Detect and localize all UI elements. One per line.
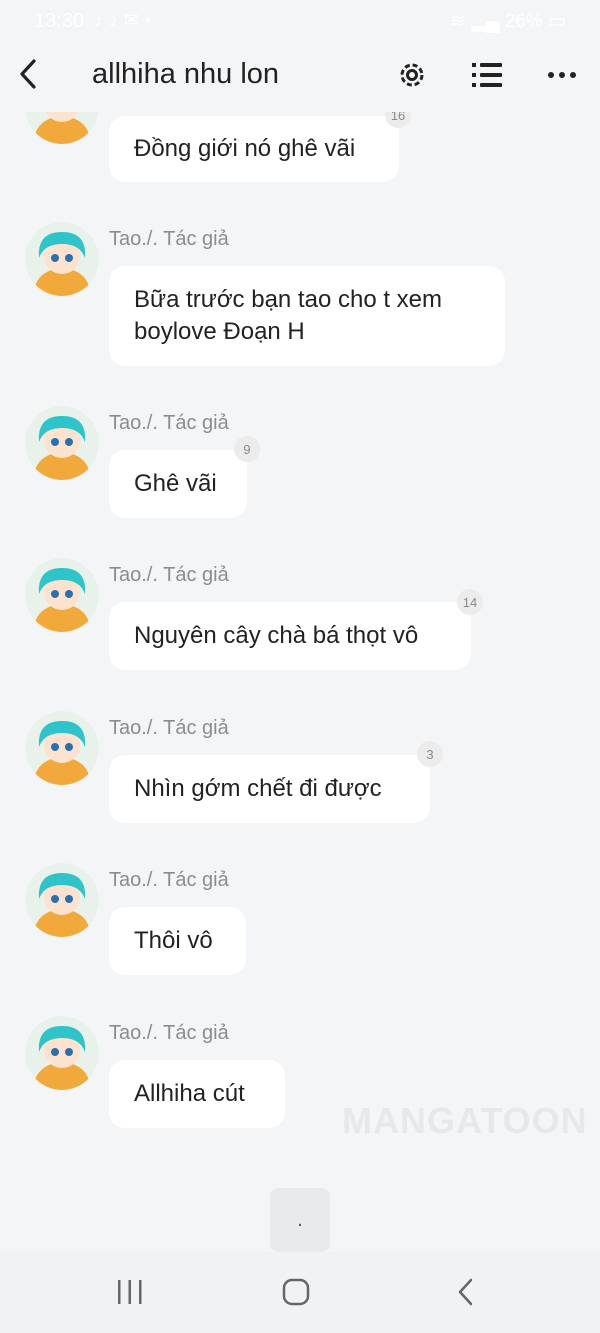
message-input[interactable]: . <box>270 1188 330 1252</box>
back-icon <box>458 1278 473 1306</box>
author-name: Tao./. Tác giả <box>109 228 229 250</box>
list-button[interactable] <box>467 55 507 95</box>
page-title: allhiha nhu lon <box>92 58 280 90</box>
watermark: MANGATOON <box>342 1100 588 1141</box>
settings-button[interactable] <box>392 55 432 95</box>
message-list[interactable]: Đồng giới nó ghê vãi 16 Tao./. Tác giả B… <box>0 0 600 1333</box>
gear-icon <box>400 63 424 87</box>
avatar[interactable] <box>25 1016 99 1090</box>
author-name: Tao./. Tác giả <box>109 1022 229 1044</box>
list-icon <box>472 63 502 87</box>
message-bubble[interactable]: Allhiha cút <box>109 1060 285 1128</box>
author-name: Tao./. Tác giả <box>109 564 229 586</box>
composer-text: . <box>297 1208 303 1231</box>
message-text: Nhìn gớm chết đi được <box>134 775 382 802</box>
more-button[interactable] <box>542 55 582 95</box>
message-text: Allhiha cút <box>134 1080 245 1107</box>
system-back-button[interactable] <box>446 1272 486 1312</box>
recent-apps-button[interactable] <box>110 1272 150 1312</box>
message-bubble[interactable]: Bữa trước bạn tao cho t xem boylove Đoạn… <box>109 266 505 366</box>
reply-count-badge: 14 <box>457 589 483 615</box>
avatar[interactable] <box>25 711 99 785</box>
message-bubble[interactable]: Thôi vô <box>109 907 246 975</box>
reply-count-badge: 9 <box>234 436 260 462</box>
reply-count-badge: 3 <box>417 741 443 767</box>
message-text: Nguyên cây chà bá thọt vô <box>134 622 419 649</box>
message-text: Thôi vô <box>134 927 213 954</box>
message-text: Bữa trước bạn tao cho t xem boylove Đoạn… <box>134 286 443 345</box>
message-bubble[interactable]: Đồng giới nó ghê vãi <box>109 116 399 182</box>
chat-header: allhiha nhu lon <box>0 40 600 112</box>
message-text: Đồng giới nó ghê vãi <box>134 135 356 162</box>
message-bubble[interactable]: Nhìn gớm chết đi được <box>109 755 430 823</box>
chevron-left-icon <box>20 59 36 89</box>
avatar[interactable] <box>25 406 99 480</box>
avatar[interactable] <box>25 222 99 296</box>
home-icon <box>282 1278 310 1306</box>
back-button[interactable] <box>14 54 42 94</box>
message-text: Ghê vãi <box>134 470 217 497</box>
more-dots-icon <box>548 72 576 78</box>
message-bubble[interactable]: Nguyên cây chà bá thọt vô <box>109 602 471 670</box>
system-nav-bar <box>0 1252 600 1333</box>
home-button[interactable] <box>276 1272 316 1312</box>
author-name: Tao./. Tác giả <box>109 412 229 434</box>
avatar[interactable] <box>25 863 99 937</box>
author-name: Tao./. Tác giả <box>109 717 229 739</box>
author-name: Tao./. Tác giả <box>109 869 229 891</box>
message-bubble[interactable]: Ghê vãi <box>109 450 247 518</box>
avatar[interactable] <box>25 558 99 632</box>
recent-apps-icon <box>118 1280 142 1304</box>
